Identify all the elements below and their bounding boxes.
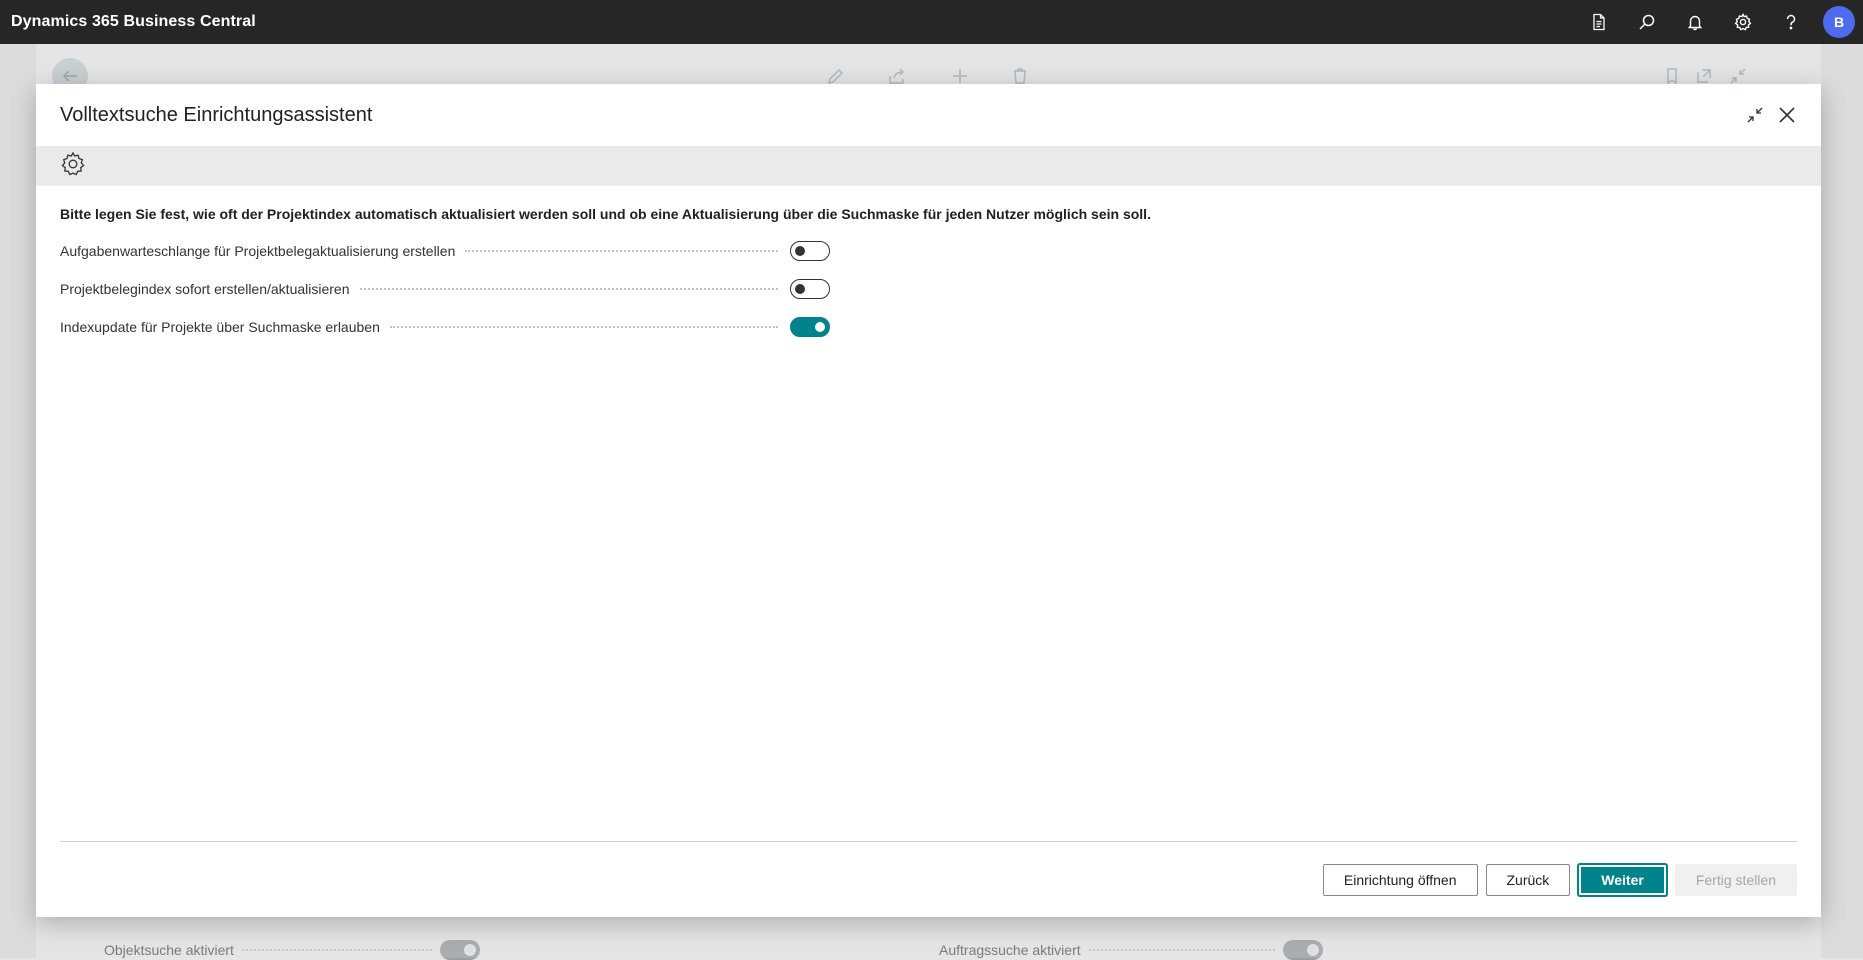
setup-wizard-dialog: Volltextsuche Einrichtungsassistent Bitt… — [36, 84, 1821, 917]
toggle-knob — [815, 322, 825, 332]
field-dots — [359, 288, 778, 290]
instruction-text: Bitte legen Sie fest, wie oft der Projek… — [60, 206, 1151, 222]
wizard-content: Bitte legen Sie fest, wie oft der Projek… — [36, 186, 1821, 346]
bell-icon[interactable] — [1671, 0, 1719, 44]
dialog-actions — [1739, 99, 1803, 131]
search-update-toggle[interactable] — [790, 317, 830, 337]
avatar[interactable]: B — [1823, 6, 1855, 38]
app-bar-actions: B — [1575, 0, 1863, 44]
next-button[interactable]: Weiter — [1578, 863, 1667, 896]
toggle-knob — [795, 284, 805, 294]
field-label: Aufgabenwarteschlange für Projektbelegak… — [60, 243, 456, 259]
back-button[interactable]: Zurück — [1485, 863, 1571, 896]
job-queue-toggle[interactable] — [790, 241, 830, 261]
toggle-knob — [795, 246, 805, 256]
wizard-footer: Einrichtung öffnen Zurück Weiter Fertig … — [60, 841, 1797, 917]
search-icon[interactable] — [1623, 0, 1671, 44]
field-row-search-update: Indexupdate für Projekte über Suchmaske … — [60, 308, 830, 346]
dialog-header: Volltextsuche Einrichtungsassistent — [36, 84, 1821, 146]
finish-button[interactable]: Fertig stellen — [1674, 863, 1797, 896]
close-icon[interactable] — [1771, 99, 1803, 131]
index-now-toggle[interactable] — [790, 279, 830, 299]
gear-icon[interactable] — [1719, 0, 1767, 44]
gear-icon — [60, 151, 86, 182]
help-icon[interactable] — [1767, 0, 1815, 44]
field-row-index-now: Projektbelegindex sofort erstellen/aktua… — [60, 270, 830, 308]
field-label: Projektbelegindex sofort erstellen/aktua… — [60, 281, 350, 297]
field-dots — [465, 250, 778, 252]
app-bar: Dynamics 365 Business Central B — [0, 0, 1863, 44]
field-label: Indexupdate für Projekte über Suchmaske … — [60, 319, 380, 335]
collapse-icon[interactable] — [1739, 99, 1771, 131]
app-title: Dynamics 365 Business Central — [11, 13, 256, 30]
field-row-job-queue: Aufgabenwarteschlange für Projektbelegak… — [60, 232, 830, 270]
wizard-banner — [36, 146, 1821, 186]
dialog-title: Volltextsuche Einrichtungsassistent — [60, 103, 373, 126]
field-dots — [389, 326, 778, 328]
document-icon[interactable] — [1575, 0, 1623, 44]
open-setup-button[interactable]: Einrichtung öffnen — [1322, 863, 1478, 896]
